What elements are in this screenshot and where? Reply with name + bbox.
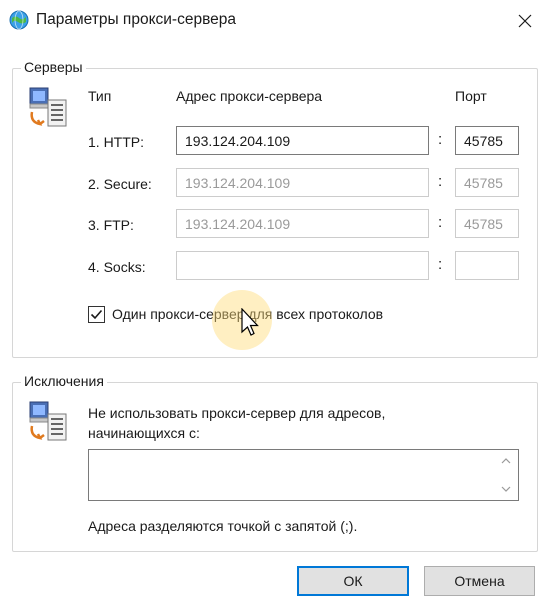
column-port-header: Порт (455, 88, 487, 104)
scroll-up-arrow[interactable] (499, 455, 513, 467)
chevron-up-icon (501, 458, 511, 464)
exceptions-description: Не использовать прокси-сервер для адресо… (88, 405, 386, 441)
socks-port-input[interactable] (455, 251, 519, 280)
exceptions-legend: Исключения (21, 373, 107, 389)
secure-colon: : (438, 173, 443, 190)
scroll-down-arrow[interactable] (499, 483, 513, 495)
exceptions-input[interactable] (88, 449, 519, 501)
ftp-address-input[interactable] (176, 209, 429, 238)
socks-address-input[interactable] (176, 251, 429, 280)
http-port-input[interactable] (455, 126, 519, 155)
chevron-down-icon (501, 486, 511, 492)
socks-label: 4. Socks: (88, 259, 146, 275)
cancel-button[interactable]: Отмена (424, 566, 535, 596)
socks-colon: : (438, 256, 443, 273)
window-title: Параметры прокси-сервера (36, 11, 237, 28)
same-proxy-checkbox[interactable] (88, 306, 105, 323)
servers-legend: Серверы (21, 59, 86, 75)
ok-button[interactable]: ОК (297, 566, 409, 596)
http-address-input[interactable] (176, 126, 429, 155)
close-icon (518, 14, 532, 28)
ftp-port-input[interactable] (455, 209, 519, 238)
checkmark-icon (90, 309, 103, 320)
http-colon: : (438, 131, 443, 148)
secure-label: 2. Secure: (88, 176, 152, 192)
exceptions-hint: Адреса разделяются точкой с запятой (;). (88, 518, 358, 534)
globe-network-icon (9, 10, 29, 30)
network-computer-icon (29, 401, 67, 441)
column-address-header: Адрес прокси-сервера (176, 88, 323, 104)
ftp-colon: : (438, 214, 443, 231)
secure-address-input[interactable] (176, 168, 429, 197)
column-type-header: Тип (88, 88, 112, 104)
network-computer-icon (29, 87, 67, 127)
title-bar: Параметры прокси-сервера (0, 0, 549, 44)
secure-port-input[interactable] (455, 168, 519, 197)
mouse-cursor-icon (241, 308, 259, 336)
http-label: 1. HTTP: (88, 134, 145, 150)
ftp-label: 3. FTP: (88, 217, 134, 233)
close-button[interactable] (505, 4, 545, 38)
